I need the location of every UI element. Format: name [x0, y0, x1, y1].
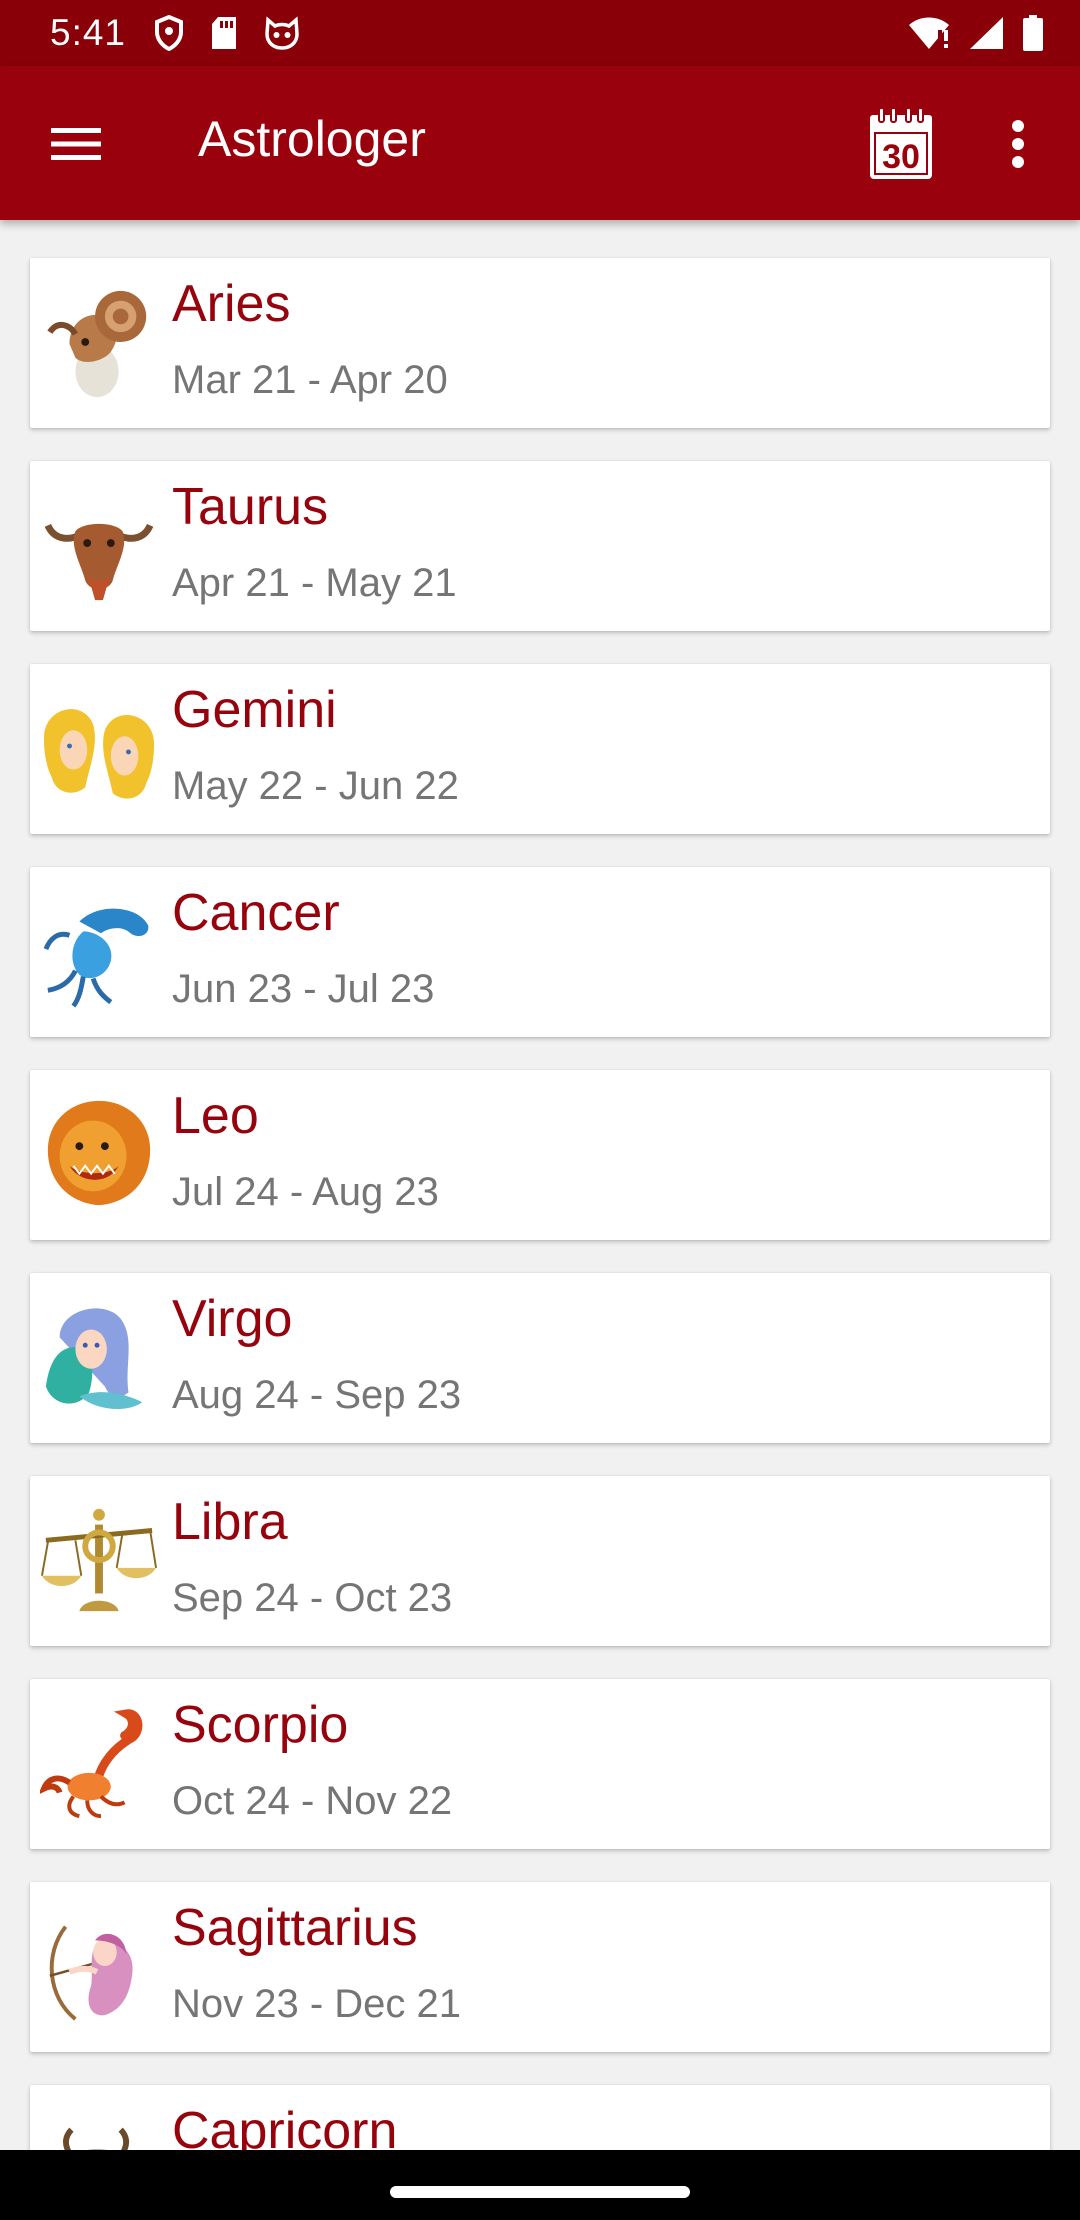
home-gesture-handle[interactable]: [390, 2186, 690, 2198]
sign-name: Aries: [172, 275, 291, 333]
sign-dates: Aug 24 - Sep 23: [172, 1373, 462, 1417]
aries-ram-icon: [47, 290, 147, 398]
overflow-menu-button[interactable]: [990, 102, 1046, 186]
signal-icon: [970, 17, 1003, 49]
sign-card-scorpio[interactable]: Scorpio Oct 24 - Nov 22: [30, 1679, 1050, 1849]
status-notification-icons: [154, 15, 300, 51]
calendar-button[interactable]: 30: [858, 100, 944, 188]
battery-icon: [1023, 15, 1043, 51]
sign-card-leo[interactable]: Leo Jul 24 - Aug 23: [30, 1070, 1050, 1240]
sign-card-taurus[interactable]: Taurus Apr 21 - May 21: [30, 461, 1050, 631]
more-vertical-icon: [1012, 120, 1024, 168]
sign-card-cancer[interactable]: Cancer Jun 23 - Jul 23: [30, 867, 1050, 1037]
status-time: 5:41: [50, 12, 127, 53]
status-system-icons: [908, 0, 1044, 66]
sign-dates: Oct 24 - Nov 22: [172, 1779, 453, 1823]
app-title: Astrologer: [198, 111, 426, 167]
sign-dates: May 22 - Jun 22: [172, 764, 459, 808]
sign-name: Cancer: [172, 884, 340, 942]
gemini-twins-icon: [43, 709, 155, 799]
sign-card-aries[interactable]: Aries Mar 21 - Apr 20: [30, 258, 1050, 428]
sign-dates: Apr 21 - May 21: [172, 561, 457, 605]
calendar-icon: 30: [870, 107, 932, 179]
system-navigation-bar: [0, 2150, 1080, 2220]
cancer-crab-icon: [43, 908, 149, 1008]
status-bar: 5:41: [0, 0, 1080, 66]
sign-dates: Mar 21 - Apr 20: [172, 358, 448, 402]
sagittarius-archer-icon: [49, 1925, 133, 2021]
sign-name: Leo: [172, 1087, 259, 1145]
capricorn-goat-icon: [63, 2127, 130, 2150]
zodiac-sign-list: Aries Mar 21 - Apr 20 Taurus Apr 21 - Ma…: [0, 220, 1080, 2150]
virgo-maiden-icon: [45, 1308, 143, 1409]
sign-name: Virgo: [172, 1290, 293, 1348]
wifi-alert-icon: [909, 17, 949, 49]
cat-face-icon: [265, 16, 299, 50]
hamburger-menu-icon: [51, 128, 101, 160]
app-bar: Astrologer 30: [0, 66, 1080, 220]
scorpio-scorpion-icon: [40, 1709, 143, 1819]
sign-card-libra[interactable]: Libra Sep 24 - Oct 23: [30, 1476, 1050, 1646]
sign-dates: Nov 23 - Dec 21: [172, 1982, 462, 2026]
sign-dates: Jul 24 - Aug 23: [172, 1170, 439, 1214]
sign-name: Gemini: [172, 681, 337, 739]
taurus-bull-icon: [44, 523, 154, 601]
sign-name: Sagittarius: [172, 1899, 418, 1957]
sign-card-sagittarius[interactable]: Sagittarius Nov 23 - Dec 21: [30, 1882, 1050, 2052]
leo-lion-icon: [47, 1100, 151, 1206]
sign-name: Scorpio: [172, 1696, 349, 1754]
sd-card-icon: [212, 17, 237, 49]
sign-dates: Jun 23 - Jul 23: [172, 967, 435, 1011]
sign-dates: Sep 24 - Oct 23: [172, 1576, 453, 1620]
sign-name: Taurus: [172, 478, 329, 536]
sign-name: Libra: [172, 1493, 288, 1551]
sign-name: Capricorn: [172, 2102, 398, 2150]
sign-card-gemini[interactable]: Gemini May 22 - Jun 22: [30, 664, 1050, 834]
libra-scales-icon: [40, 1508, 158, 1612]
calendar-day-number: 30: [882, 138, 920, 176]
sign-card-capricorn[interactable]: Capricorn: [30, 2085, 1050, 2150]
sign-card-virgo[interactable]: Virgo Aug 24 - Sep 23: [30, 1273, 1050, 1443]
navigation-menu-button[interactable]: [34, 102, 118, 186]
shield-icon: [155, 15, 184, 51]
